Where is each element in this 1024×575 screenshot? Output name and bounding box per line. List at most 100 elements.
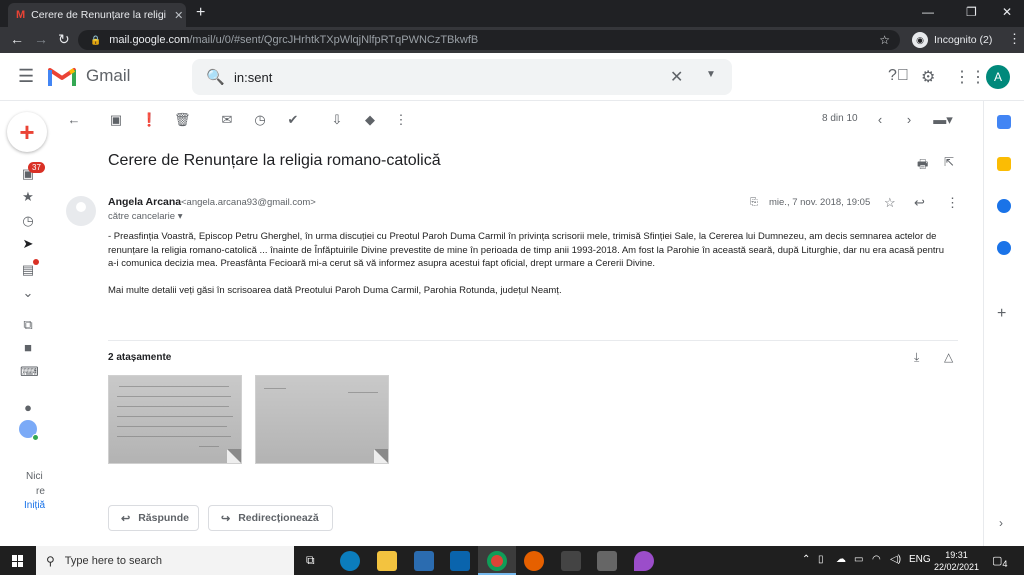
omnibox[interactable]: 🔒 mail.google.com/mail/u/0/#sent/QgrcJHr… — [78, 30, 900, 50]
reply-icon: ↩ — [121, 512, 131, 525]
search-input[interactable] — [234, 67, 634, 87]
meet-new-icon[interactable]: ⧉ — [20, 317, 36, 333]
incognito-label: Incognito (2) — [934, 34, 993, 46]
bookmark-star-icon[interactable]: ☆ — [879, 33, 890, 47]
main-menu-icon[interactable]: ☰ — [18, 66, 34, 87]
back-to-sent-icon[interactable]: ← — [66, 112, 82, 127]
minimize-icon[interactable]: — — [922, 5, 934, 19]
firefox-icon[interactable] — [524, 551, 544, 571]
language-indicator[interactable]: ENG — [909, 554, 931, 565]
app-icon[interactable] — [561, 551, 581, 571]
message-more-icon[interactable]: ⋮ — [946, 195, 959, 211]
keep-icon[interactable] — [997, 157, 1011, 171]
url-host: mail.google.com — [109, 34, 190, 46]
windows-taskbar: ⚲ Type here to search ⧉ ⌃ ▯ ☁ ▭ ◠ ◁) ENG… — [0, 546, 1024, 575]
star-icon[interactable]: ☆ — [884, 195, 896, 211]
windows-start-icon[interactable] — [12, 555, 24, 567]
forward-icon[interactable]: → — [34, 31, 48, 47]
calculator-icon[interactable] — [597, 551, 617, 571]
attachment-thumbnail[interactable] — [255, 375, 389, 464]
snoozed-clock-icon[interactable]: ◷ — [20, 213, 36, 229]
browser-tab[interactable]: M Cerere de Renunțare la religia ro ✕ — [8, 3, 186, 27]
paint-icon[interactable] — [634, 551, 654, 571]
restore-icon[interactable]: ❐ — [966, 5, 977, 19]
apps-grid-icon[interactable]: ⋮⋮ — [954, 67, 986, 87]
older-chevron-icon[interactable]: › — [901, 112, 917, 127]
close-tab-icon[interactable]: ✕ — [174, 9, 183, 22]
task-view-icon[interactable]: ⧉ — [306, 553, 315, 568]
print-icon[interactable]: 🖶 — [917, 155, 928, 176]
download-all-icon[interactable]: ⤓ — [914, 350, 919, 365]
forward-button[interactable]: ↪ Redirecționează — [208, 505, 333, 531]
get-addons-icon[interactable]: + — [997, 305, 1006, 323]
incognito-indicator[interactable]: ◉ Incognito (2) — [912, 30, 992, 50]
tasks-icon[interactable] — [997, 199, 1011, 213]
tray-onedrive-icon[interactable]: ☁ — [836, 554, 846, 565]
rail-footer-link[interactable]: Inițiă — [24, 500, 45, 511]
file-explorer-icon[interactable] — [377, 551, 397, 571]
taskbar-clock[interactable]: 19:31 22/02/2021 — [934, 549, 979, 573]
inbox-unread-badge: 37 — [28, 162, 45, 173]
new-tab-icon[interactable]: + — [196, 4, 205, 22]
recipient-details-icon[interactable]: ▾ — [178, 211, 183, 222]
mail-icon[interactable] — [450, 551, 470, 571]
taskbar-search[interactable]: ⚲ Type here to search — [36, 546, 294, 575]
open-new-window-icon[interactable]: ⇱ — [944, 155, 954, 169]
message-date: mie., 7 nov. 2018, 19:05 — [769, 197, 871, 208]
meet-video-icon[interactable]: ■ — [20, 340, 36, 355]
newer-chevron-icon[interactable]: ‹ — [872, 112, 888, 127]
move-to-icon[interactable]: ⇩ — [329, 112, 345, 128]
drafts-dot — [33, 259, 39, 265]
clear-search-icon[interactable]: ✕ — [670, 67, 683, 87]
archive-icon[interactable]: ▣ — [108, 112, 124, 128]
hangouts-icon[interactable]: ● — [20, 400, 36, 415]
snooze-icon[interactable]: ◷ — [252, 112, 268, 128]
gmail-logo-icon[interactable] — [48, 65, 76, 87]
attachment-clip-icon: ⎘ — [750, 197, 758, 208]
help-icon[interactable]: ?⃝ — [888, 67, 909, 85]
store-icon[interactable] — [414, 551, 434, 571]
delete-icon[interactable]: 🗑 — [174, 112, 191, 128]
sent-icon[interactable]: ➤ — [20, 236, 36, 252]
browser-tab-strip: M Cerere de Renunțare la religia ro ✕ + … — [0, 0, 1024, 27]
tray-wifi-icon[interactable]: ◠ — [872, 554, 881, 565]
mark-unread-icon[interactable]: ✉ — [219, 112, 235, 128]
tray-battery-icon[interactable]: ▭ — [854, 554, 863, 565]
tray-device-icon[interactable]: ▯ — [818, 554, 824, 565]
sender-email: <angela.arcana93@gmail.com> — [181, 197, 316, 208]
more-chevron-icon[interactable]: ⌄ — [20, 285, 36, 301]
compose-button[interactable]: + — [7, 112, 47, 152]
keyboard-icon[interactable]: ⌨ — [20, 364, 39, 380]
body-paragraph: - Preasfinția Voastră, Episcop Petru Ghe… — [108, 231, 944, 269]
report-spam-icon[interactable]: ❗ — [141, 112, 157, 128]
recipient-line[interactable]: către cancelarie ▾ — [108, 211, 182, 222]
contacts-icon[interactable] — [997, 241, 1011, 255]
back-icon[interactable]: ← — [10, 31, 24, 47]
notification-center-icon[interactable]: ▢4 — [992, 554, 1008, 569]
show-side-panel-icon[interactable]: › — [999, 516, 1003, 530]
notification-count: 4 — [1002, 559, 1008, 570]
incognito-icon: ◉ — [912, 32, 928, 48]
edge-icon[interactable] — [340, 551, 360, 571]
close-window-icon[interactable]: ✕ — [1002, 5, 1012, 19]
add-task-icon[interactable]: ✔ — [285, 112, 301, 128]
starred-icon[interactable]: ★ — [20, 189, 36, 205]
save-to-drive-icon[interactable]: △ — [944, 350, 953, 364]
tray-chevron-icon[interactable]: ⌃ — [802, 554, 810, 565]
reply-button[interactable]: ↩ Răspunde — [108, 505, 199, 531]
reply-icon[interactable]: ↩ — [914, 195, 925, 211]
tray-volume-icon[interactable]: ◁) — [890, 554, 901, 565]
attachment-thumbnail[interactable] — [108, 375, 242, 464]
search-options-icon[interactable]: ▼ — [706, 69, 716, 80]
input-tools-icon[interactable]: ▬▾ — [930, 112, 956, 128]
calendar-icon[interactable] — [997, 115, 1011, 129]
reload-icon[interactable]: ↻ — [58, 31, 70, 48]
label-icon[interactable]: ◆ — [362, 112, 378, 128]
search-icon[interactable]: 🔍 — [206, 68, 225, 86]
chrome-icon[interactable] — [487, 551, 507, 571]
attachments-divider — [108, 340, 958, 341]
account-avatar[interactable]: A — [986, 65, 1010, 89]
browser-menu-icon[interactable]: ⋮ — [1008, 31, 1021, 47]
settings-gear-icon[interactable]: ⚙ — [921, 67, 935, 87]
more-actions-icon[interactable]: ⋮ — [393, 112, 409, 128]
